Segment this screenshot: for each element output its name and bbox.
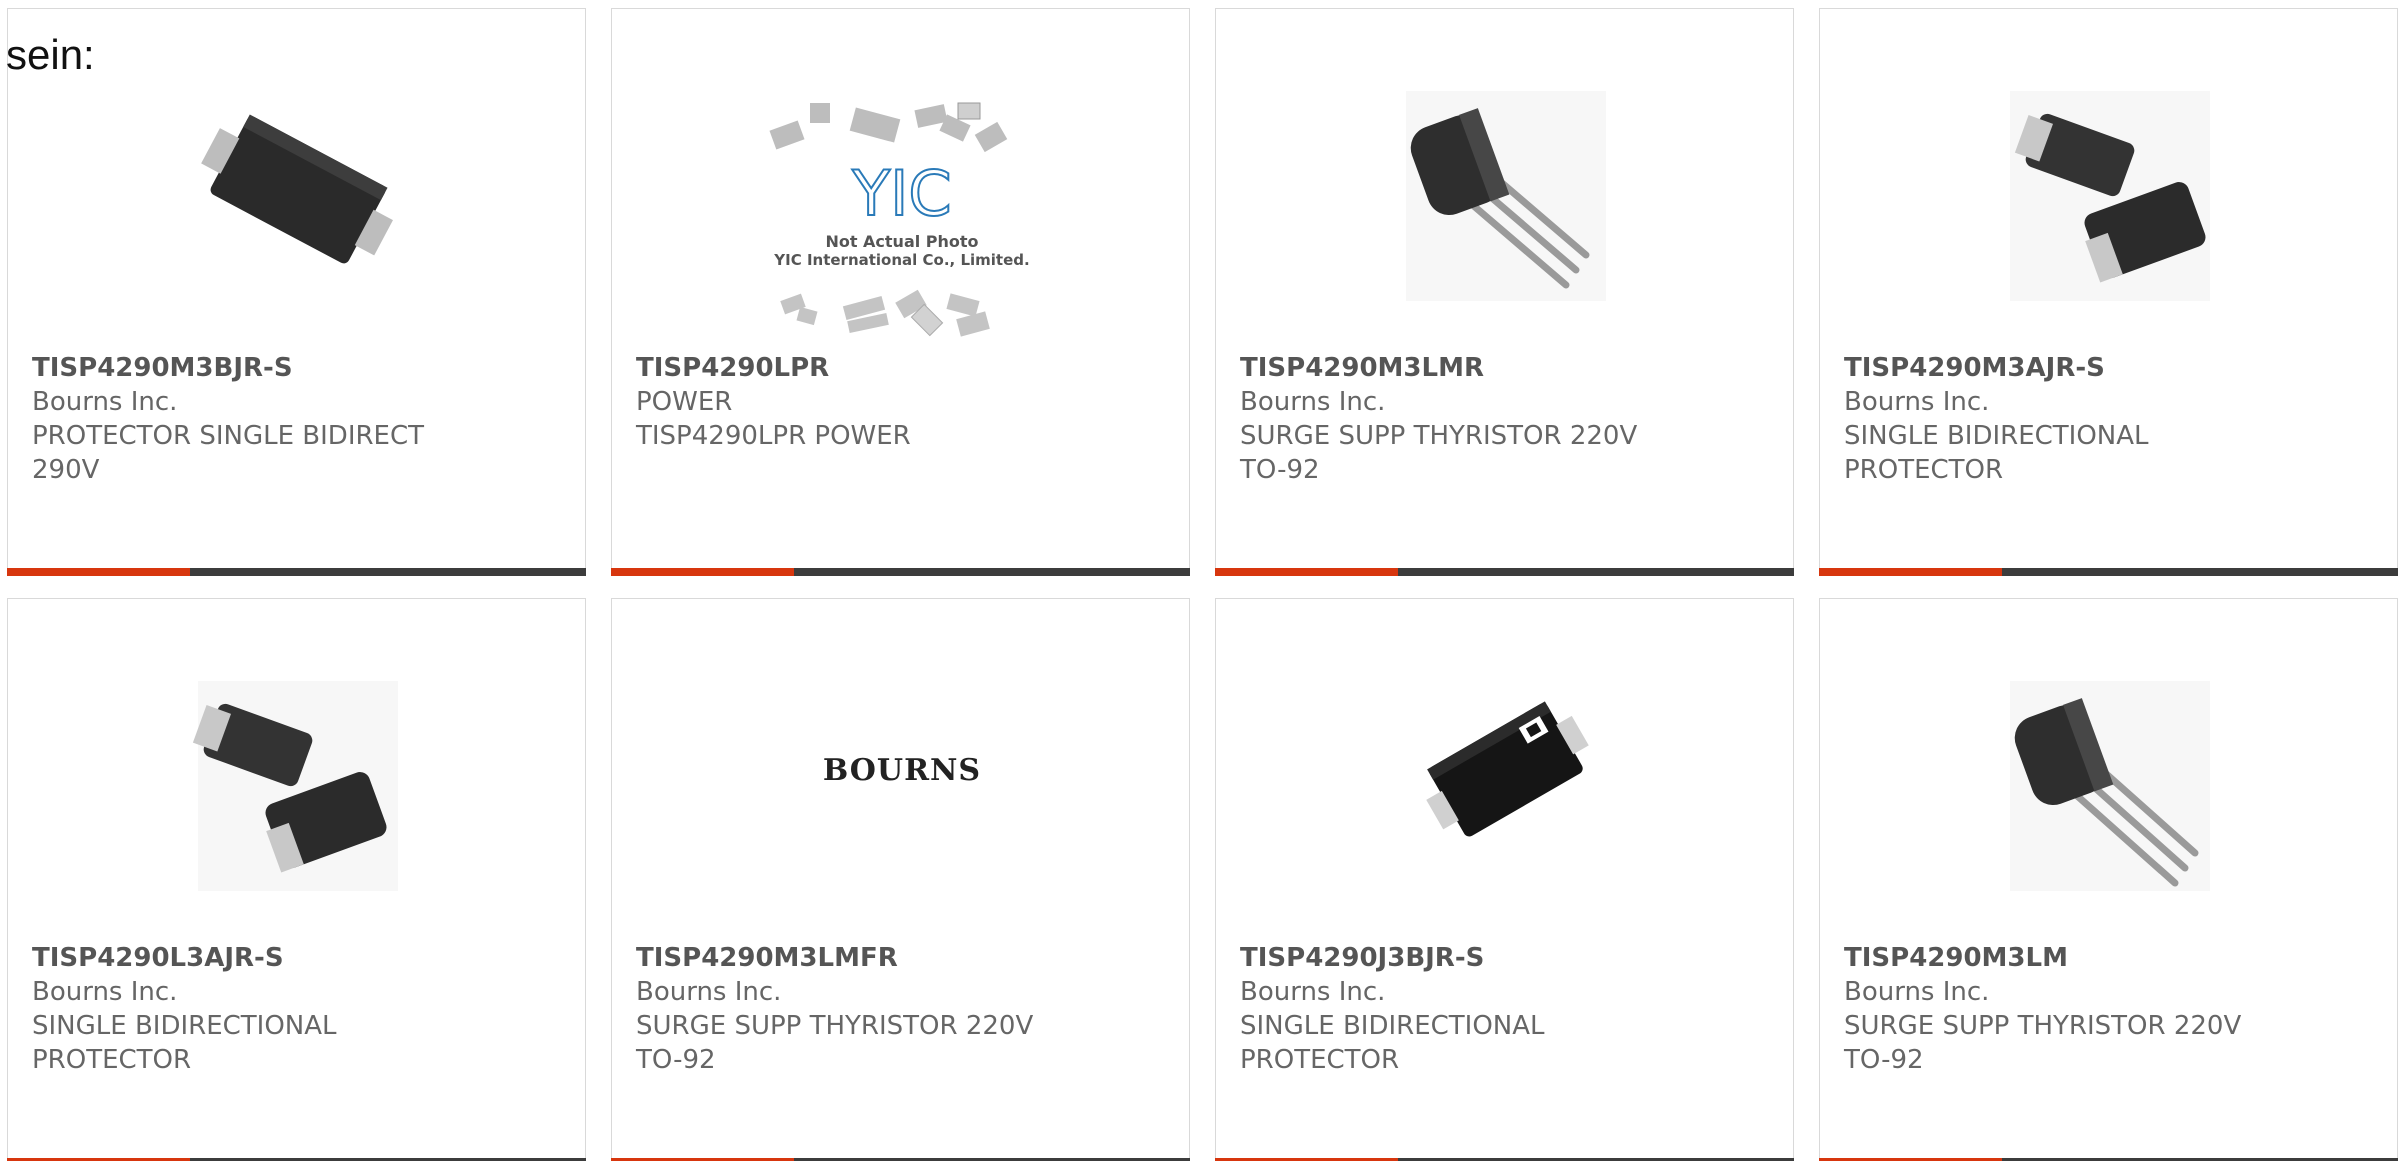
manufacturer-label: POWER (636, 387, 733, 417)
part-number-link[interactable]: TISP4290J3BJR-S (1240, 941, 1770, 975)
part-number-link[interactable]: TISP4290M3BJR-S (32, 351, 562, 385)
placeholder-caption-2: YIC International Co., Limited. (773, 251, 1029, 269)
bourns-logo-text: BOURNS (823, 753, 981, 788)
description-line-2: PROTECTOR (1844, 455, 2004, 485)
description-line-1: SURGE SUPP THYRISTOR 220V (1240, 421, 1638, 451)
product-image-to92[interactable] (1910, 655, 2310, 945)
card-footer-accent (7, 568, 190, 576)
part-number-link[interactable]: TISP4290M3LMR (1240, 351, 1770, 385)
card-footer-accent (611, 568, 794, 576)
description-line-1: PROTECTOR SINGLE BIDIRECT (32, 421, 425, 451)
card-footer-bar (1819, 568, 2398, 576)
manufacturer-label: Bourns Inc. (1844, 387, 1990, 417)
description-line-1: SURGE SUPP THYRISTOR 220V (1844, 1011, 2242, 1041)
product-image-smb-diode[interactable] (98, 65, 498, 355)
product-card[interactable]: YIC Not Actual Photo YIC International C… (611, 8, 1190, 576)
placeholder-caption-1: Not Actual Photo (825, 232, 978, 251)
card-footer-accent (1215, 568, 1398, 576)
manufacturer-label: Bourns Inc. (32, 387, 178, 417)
product-image-placeholder[interactable]: YIC Not Actual Photo YIC International C… (702, 65, 1102, 355)
product-image-sma-diodes[interactable] (1910, 65, 2310, 355)
description-line-2: TO-92 (636, 1045, 716, 1075)
card-footer-bar (1215, 568, 1794, 576)
part-number-link[interactable]: TISP4290M3AJR-S (1844, 351, 2374, 385)
section-heading: sein: (6, 31, 95, 78)
product-card[interactable]: BOURNS TISP4290M3LMFR Bourns Inc. SURGE … (611, 598, 1190, 1161)
part-number-link[interactable]: TISP4290L3AJR-S (32, 941, 562, 975)
description-line-2: 290V (32, 455, 100, 485)
manufacturer-label: Bourns Inc. (1844, 977, 1990, 1007)
description-line-1: SURGE SUPP THYRISTOR 220V (636, 1011, 1034, 1041)
product-image-to92[interactable] (1306, 65, 1706, 355)
product-image-bourns-logo[interactable]: BOURNS (702, 655, 1102, 945)
description-line-2: TO-92 (1240, 455, 1320, 485)
part-number-link[interactable]: TISP4290LPR (636, 351, 1166, 385)
description-line-2: PROTECTOR (32, 1045, 192, 1075)
description-line-2: TO-92 (1844, 1045, 1924, 1075)
product-grid: TISP4290M3BJR-S Bourns Inc. PROTECTOR SI… (7, 8, 2400, 1161)
card-footer-bar (7, 568, 586, 576)
manufacturer-label: Bourns Inc. (32, 977, 178, 1007)
description-line-1: SINGLE BIDIRECTIONAL (1844, 421, 2149, 451)
yic-logo-text: YIC (851, 157, 951, 230)
card-footer-bar (611, 568, 1190, 576)
description-line-1: TISP4290LPR POWER (636, 421, 911, 451)
product-card[interactable]: TISP4290L3AJR-S Bourns Inc. SINGLE BIDIR… (7, 598, 586, 1161)
card-footer-accent (1819, 568, 2002, 576)
product-image-smb-diode-marked[interactable] (1306, 655, 1706, 945)
product-card[interactable]: TISP4290M3LMR Bourns Inc. SURGE SUPP THY… (1215, 8, 1794, 576)
description-line-1: SINGLE BIDIRECTIONAL (32, 1011, 337, 1041)
manufacturer-label: Bourns Inc. (1240, 977, 1386, 1007)
product-image-sma-diodes[interactable] (98, 655, 498, 945)
part-number-link[interactable]: TISP4290M3LM (1844, 941, 2374, 975)
part-number-link[interactable]: TISP4290M3LMFR (636, 941, 1166, 975)
description-line-1: SINGLE BIDIRECTIONAL (1240, 1011, 1545, 1041)
manufacturer-label: Bourns Inc. (636, 977, 782, 1007)
product-card[interactable]: TISP4290J3BJR-S Bourns Inc. SINGLE BIDIR… (1215, 598, 1794, 1161)
product-card[interactable]: TISP4290M3BJR-S Bourns Inc. PROTECTOR SI… (7, 8, 586, 576)
description-line-2: PROTECTOR (1240, 1045, 1400, 1075)
product-card[interactable]: TISP4290M3AJR-S Bourns Inc. SINGLE BIDIR… (1819, 8, 2398, 576)
product-card[interactable]: TISP4290M3LM Bourns Inc. SURGE SUPP THYR… (1819, 598, 2398, 1161)
manufacturer-label: Bourns Inc. (1240, 387, 1386, 417)
